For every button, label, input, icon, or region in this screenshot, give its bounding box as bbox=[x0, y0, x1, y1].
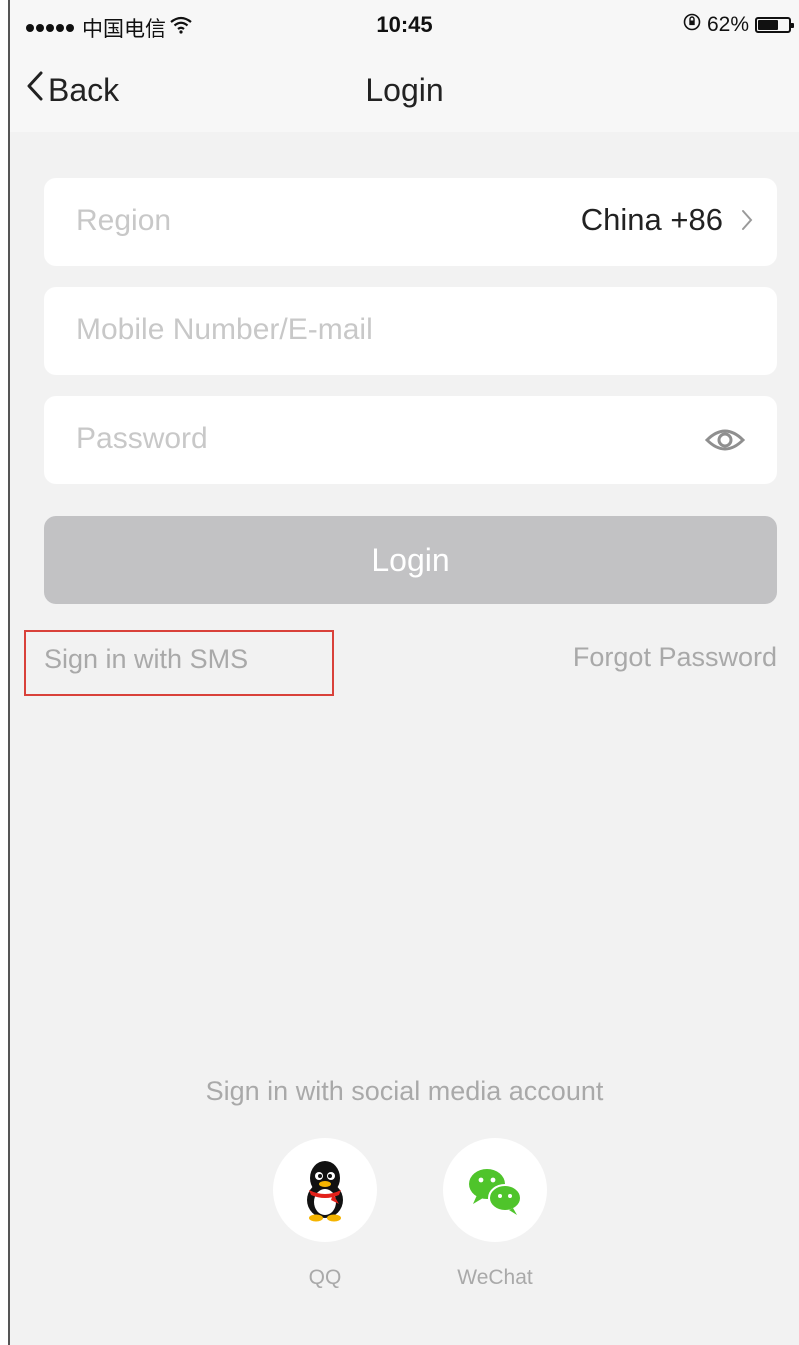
region-value: China +86 bbox=[580, 202, 723, 237]
chevron-right-icon bbox=[741, 208, 753, 237]
mobile-email-field[interactable]: Mobile Number/E-mail bbox=[44, 287, 777, 375]
battery-icon bbox=[755, 17, 794, 33]
qq-login-button[interactable] bbox=[273, 1138, 377, 1242]
wechat-icon bbox=[469, 1169, 522, 1215]
mobile-email-placeholder: Mobile Number/E-mail bbox=[76, 313, 373, 346]
status-time: 10:45 bbox=[376, 12, 433, 37]
status-right: 62% bbox=[683, 13, 794, 37]
qq-label: QQ bbox=[308, 1266, 342, 1289]
password-placeholder: Password bbox=[76, 422, 208, 455]
battery-percent: 62% bbox=[706, 13, 749, 36]
eye-icon[interactable] bbox=[704, 426, 746, 459]
orientation-lock-icon bbox=[683, 13, 701, 37]
login-button[interactable]: Login bbox=[44, 516, 777, 604]
wechat-login-button[interactable] bbox=[443, 1138, 547, 1242]
wechat-label: WeChat bbox=[457, 1266, 533, 1289]
password-field[interactable]: Password bbox=[44, 396, 777, 484]
qq-penguin-icon bbox=[307, 1161, 343, 1222]
phone-screen: 中国电信 10:45 62% Back Login Region China +… bbox=[8, 0, 799, 1345]
social-login-title: Sign in with social media account bbox=[205, 1076, 604, 1106]
region-selector[interactable]: Region China +86 bbox=[44, 178, 777, 266]
region-label: Region bbox=[76, 204, 172, 237]
forgot-password-link[interactable]: Forgot Password bbox=[573, 642, 777, 673]
page-title: Login bbox=[365, 72, 444, 108]
nav-bar: Back Login bbox=[10, 52, 799, 132]
sign-in-with-sms-link[interactable]: Sign in with SMS bbox=[24, 630, 334, 696]
battery-fill bbox=[758, 20, 778, 30]
status-bar: 中国电信 10:45 62% bbox=[10, 0, 799, 52]
